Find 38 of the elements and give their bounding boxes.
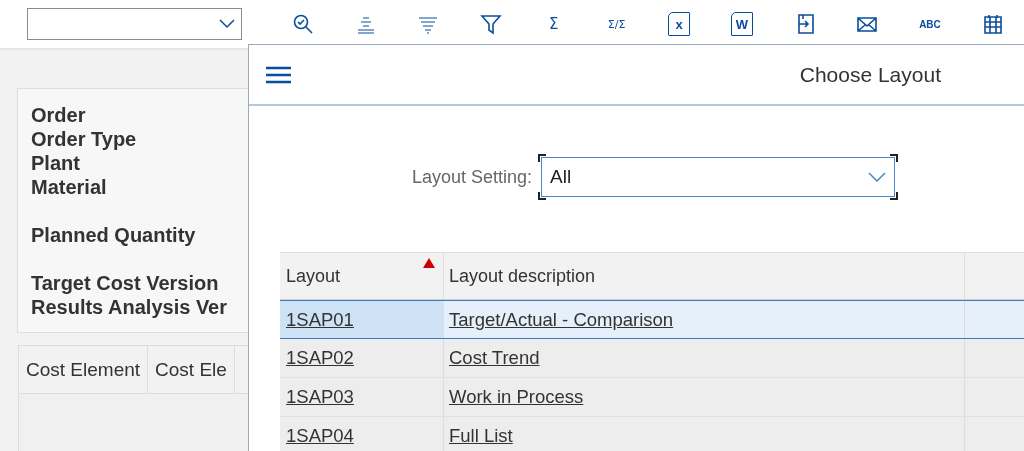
field-label: Material: [31, 175, 108, 199]
layout-description-link[interactable]: Full List: [449, 425, 513, 447]
chevron-down-icon: [218, 19, 235, 29]
layout-link[interactable]: 1SAP04: [286, 425, 354, 447]
sum-button[interactable]: Σ: [522, 6, 586, 42]
field-label: Target Cost Version: [31, 271, 220, 295]
table-row[interactable]: 1SAP04 Full List: [280, 417, 1024, 451]
abc-button[interactable]: ABC: [898, 6, 962, 42]
column-header[interactable]: Layout description: [444, 253, 965, 299]
grid-icon: [981, 13, 1004, 35]
field-label: Order: [31, 103, 87, 127]
excel-button[interactable]: x: [647, 6, 711, 42]
table-row[interactable]: 1SAP01 Target/Actual - Comparison: [280, 300, 1024, 339]
column-header: Cost Element: [19, 346, 149, 393]
dropdown-field[interactable]: [27, 8, 242, 40]
table-row[interactable]: 1SAP02 Cost Trend: [280, 339, 1024, 378]
filter-icon: [480, 13, 503, 35]
field-label: Results Analysis Ver: [31, 295, 229, 319]
layout-link[interactable]: 1SAP03: [286, 386, 354, 408]
field-label: Plant: [31, 151, 81, 175]
field-label: Order Type: [31, 127, 138, 151]
field-label: Layout Setting:: [412, 166, 533, 188]
dialog-title: Choose Layout: [799, 62, 941, 87]
table-row[interactable]: 1SAP03 Work in Process: [280, 378, 1024, 417]
column-header: Cost Ele: [148, 346, 235, 393]
word-button[interactable]: W: [710, 6, 774, 42]
subtotal-button[interactable]: Σ/Σ: [585, 6, 648, 42]
field-label: Planned Quantity: [31, 223, 197, 247]
chevron-down-icon: [868, 172, 887, 182]
layout-description-link[interactable]: Work in Process: [449, 386, 584, 408]
layout-description-link[interactable]: Cost Trend: [449, 347, 540, 369]
zoom-icon: [292, 13, 315, 35]
layout-link[interactable]: 1SAP02: [286, 347, 354, 369]
layout-description-link[interactable]: Target/Actual - Comparison: [449, 308, 674, 331]
sort-indicator-icon: [423, 258, 435, 268]
layout-setting-dropdown[interactable]: All: [541, 157, 896, 197]
column-header[interactable]: Layout: [280, 253, 444, 299]
menu-icon[interactable]: [266, 65, 291, 84]
